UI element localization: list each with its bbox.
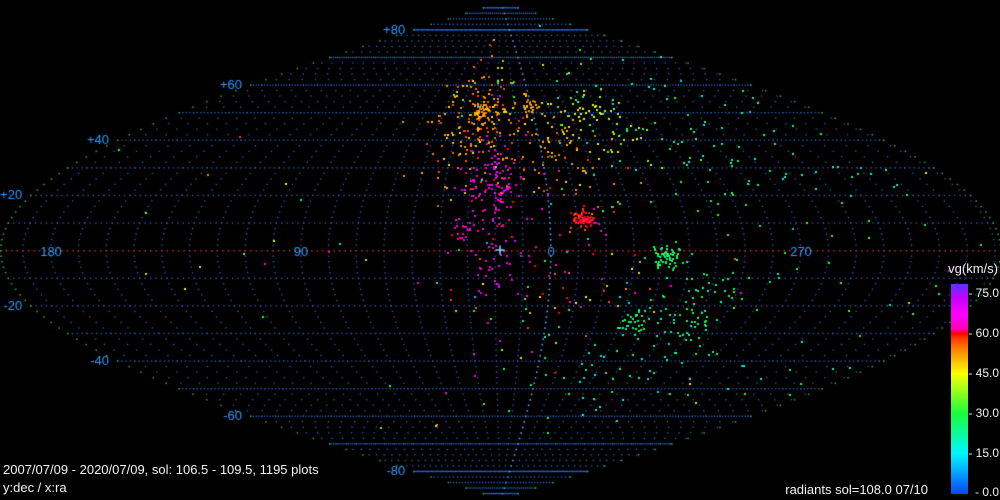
colorbar-tick-45: - 45.0 bbox=[968, 366, 999, 380]
colorbar-tick-0: - 0.0 bbox=[974, 485, 999, 499]
sky-map-canvas[interactable] bbox=[0, 0, 1000, 500]
colorbar-tick-30: - 30.0 bbox=[968, 406, 999, 420]
status-date-range: 2007/07/09 - 2020/07/09, sol: 106.5 - 10… bbox=[3, 462, 319, 477]
status-radiants-sol: radiants sol=108.0 07/10 bbox=[785, 482, 928, 497]
colorbar-title: vg(km/s) bbox=[948, 261, 998, 276]
radiant-map-window: vg(km/s) - 75.0 - 60.0 - 45.0 - 30.0 - 1… bbox=[0, 0, 1000, 500]
vg-colorbar bbox=[951, 284, 968, 494]
colorbar-tick-15: - 15.0 bbox=[968, 446, 999, 460]
status-axes-legend: y:dec / x:ra bbox=[3, 480, 67, 495]
colorbar-tick-60: - 60.0 bbox=[968, 326, 999, 340]
colorbar-tick-75: - 75.0 bbox=[968, 286, 999, 300]
